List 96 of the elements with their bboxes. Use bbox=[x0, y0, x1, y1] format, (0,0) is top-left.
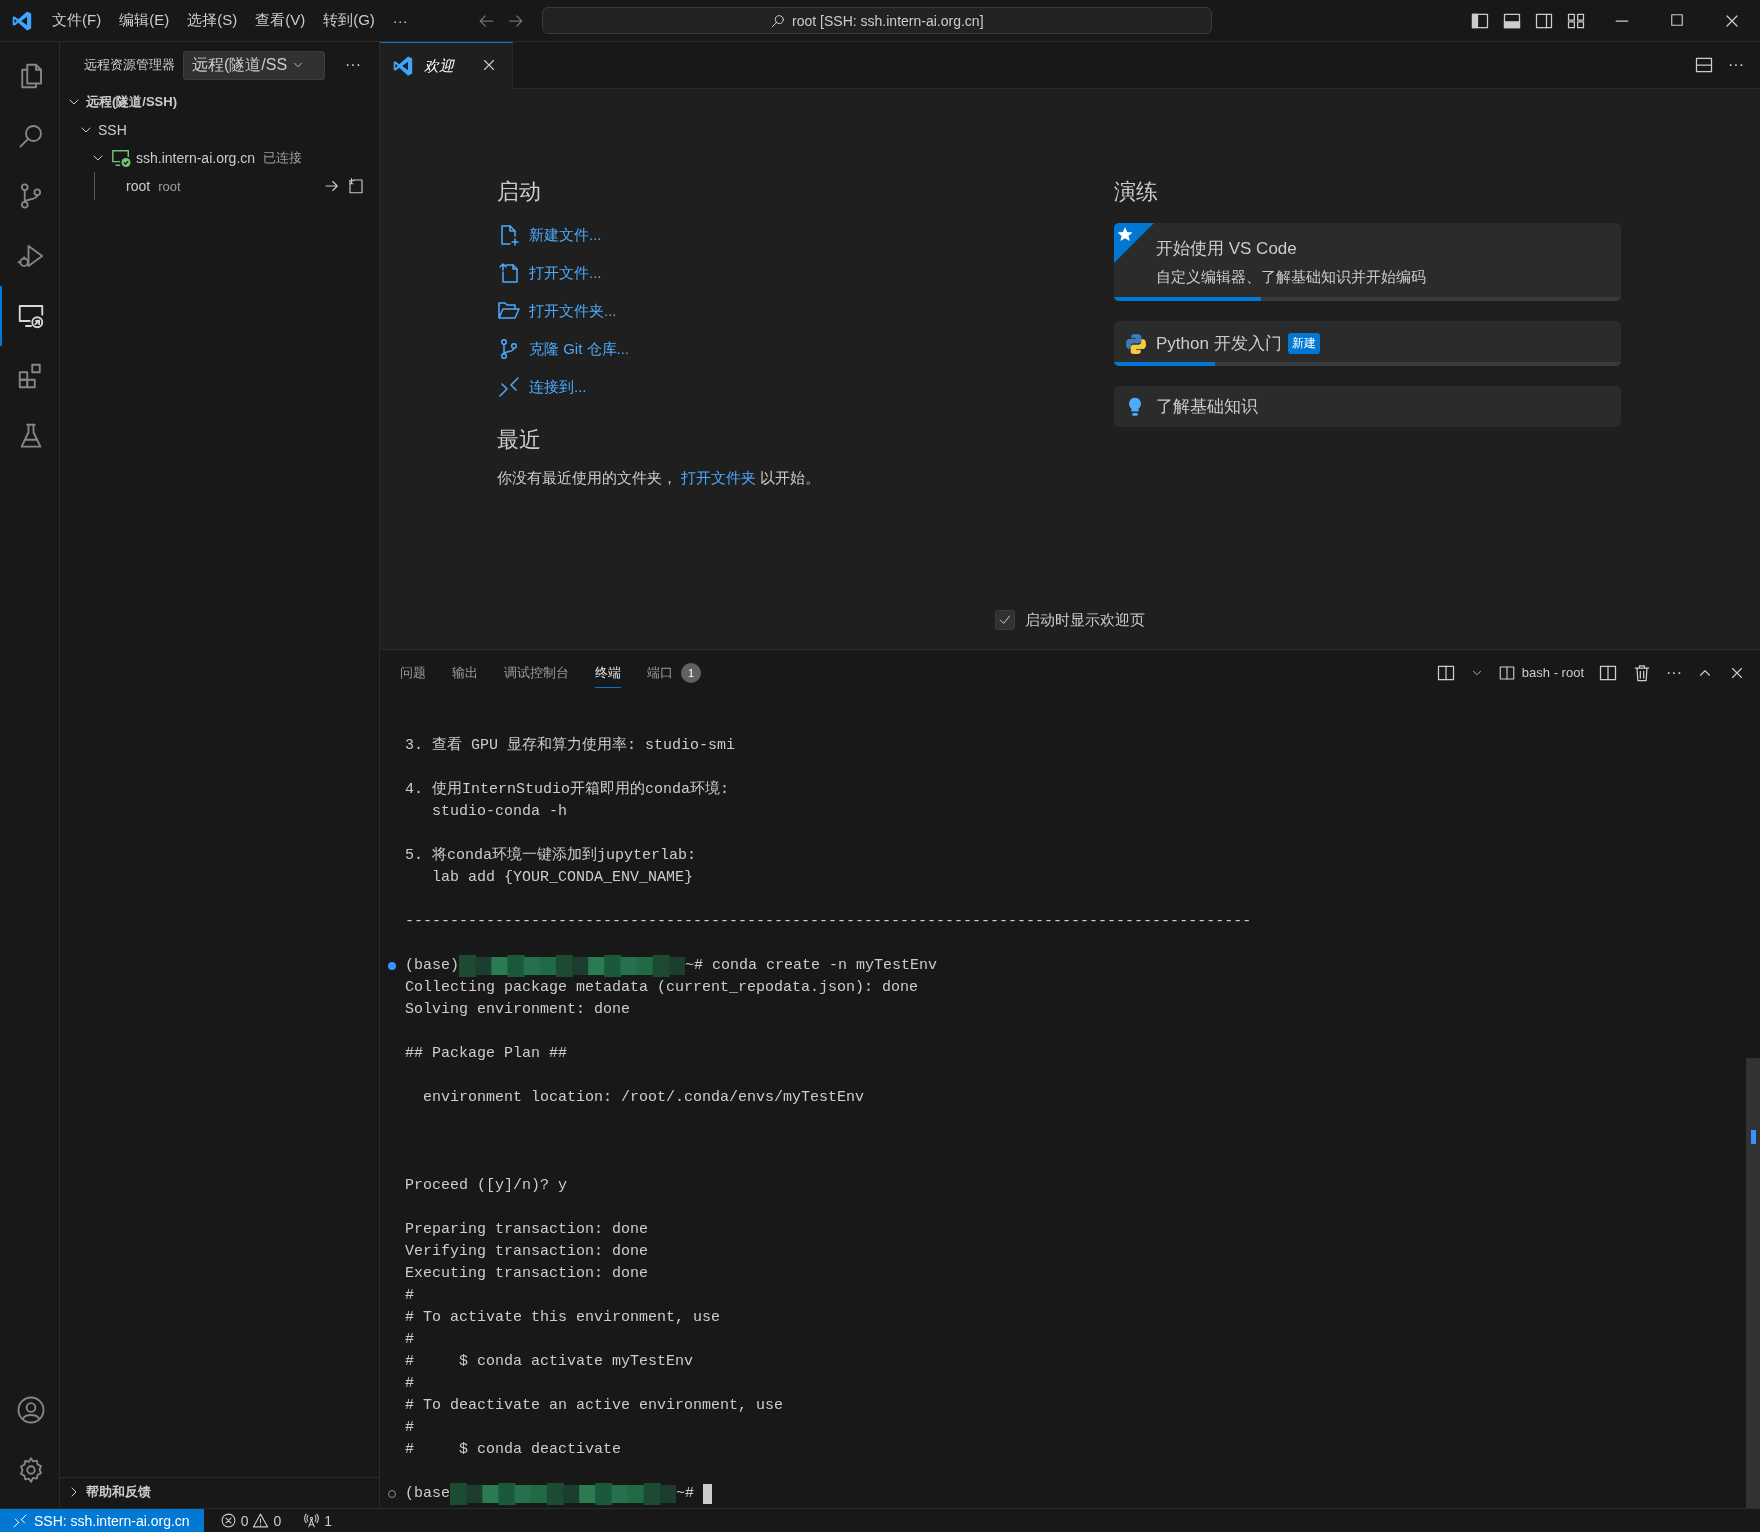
tree-item-description: 已连接 bbox=[263, 149, 303, 167]
menu-item[interactable]: 查看(V) bbox=[247, 7, 314, 34]
problems-indicator[interactable]: 0 0 bbox=[219, 1512, 282, 1529]
terminal-line: environment location: /root/.conda/envs/myTestEnv bbox=[422, 1088, 865, 1108]
terminal-line: Collecting package metadata (current_repodata.json): done bbox=[405, 978, 919, 998]
remote-connect-icon bbox=[497, 375, 521, 399]
menu-item[interactable]: 文件(F) bbox=[44, 7, 110, 34]
tree-item-label[interactable]: root bbox=[126, 178, 151, 194]
ports-indicator[interactable]: 1 bbox=[303, 1512, 332, 1529]
remote-indicator[interactable]: SSH: ssh.intern-ai.org.cn bbox=[0, 1509, 204, 1532]
start-link[interactable]: 克隆 Git 仓库... bbox=[529, 339, 629, 359]
tree-item-label[interactable]: SSH bbox=[98, 122, 127, 138]
more-actions-button[interactable]: ··· bbox=[1728, 56, 1744, 74]
remote-connect-icon bbox=[12, 1512, 28, 1529]
new-badge: 新建 bbox=[1287, 333, 1320, 354]
open-folder-link[interactable]: 打开文件夹 bbox=[681, 469, 756, 486]
terminal-line: Verifying transaction: done bbox=[405, 1242, 649, 1262]
no-recent-message: 你没有最近使用的文件夹， 打开文件夹 以开始。 bbox=[497, 468, 821, 488]
terminal-line: # To activate this environment, use bbox=[405, 1308, 721, 1328]
terminal-line: # To deactivate an active environment, use bbox=[405, 1396, 784, 1416]
connected-monitor-icon bbox=[110, 148, 132, 168]
scrollbar-marker bbox=[1751, 1130, 1756, 1144]
walkthrough-card[interactable]: Python 开发入门 新建 bbox=[1114, 321, 1621, 366]
new-window-icon[interactable] bbox=[347, 177, 365, 195]
prompt-text: (base) bbox=[405, 956, 459, 976]
warning-icon bbox=[252, 1512, 270, 1529]
terminal-line: 5. 将conda环境一键添加到jupyterlab: bbox=[405, 845, 697, 866]
section-header[interactable]: 帮助和反馈 bbox=[86, 1483, 151, 1501]
trash-icon[interactable] bbox=[1632, 662, 1652, 683]
more-actions-button[interactable]: ··· bbox=[1666, 663, 1682, 682]
sidebar-title: 远程资源管理器 bbox=[84, 56, 175, 74]
terminal-line: 4. 使用InternStudio开箱即用的conda环境: bbox=[405, 779, 730, 800]
menu-item[interactable]: 转到(G) bbox=[315, 7, 383, 34]
walkthrough-card[interactable]: 开始使用 VS Code 自定义编辑器、了解基础知识并开始编码 bbox=[1114, 223, 1621, 301]
start-link[interactable]: 打开文件... bbox=[529, 263, 602, 283]
tree-item-label[interactable]: 远程(隧道/SSH) bbox=[86, 93, 177, 111]
terminal-line: Solving environment: done bbox=[405, 1000, 631, 1020]
command-center[interactable]: root [SSH: ssh.intern-ai.org.cn] bbox=[541, 7, 1212, 34]
terminal-line: Executing transaction: done bbox=[405, 1264, 649, 1284]
count-badge: 1 bbox=[681, 662, 701, 683]
walkthrough-card[interactable]: 了解基础知识 bbox=[1114, 386, 1621, 427]
terminal-icon bbox=[1497, 663, 1516, 682]
terminal-command: ~# bbox=[676, 1484, 695, 1504]
terminal-line: # $ conda activate myTestEnv bbox=[405, 1352, 694, 1372]
panel-tab[interactable]: 终端 bbox=[595, 657, 621, 688]
section-heading: 启动 bbox=[497, 178, 542, 206]
error-icon bbox=[219, 1512, 237, 1529]
editor-tab[interactable]: 欢迎 bbox=[380, 42, 513, 89]
tree-item-label[interactable]: ssh.intern-ai.org.cn bbox=[136, 150, 256, 166]
menu-item[interactable]: 编辑(E) bbox=[111, 7, 178, 34]
open-file-icon bbox=[497, 261, 521, 285]
start-link[interactable]: 连接到... bbox=[529, 377, 587, 397]
python-logo-icon bbox=[1124, 331, 1148, 356]
panel-tab[interactable]: 问题 bbox=[400, 657, 426, 688]
walkthrough-title: Python 开发入门 bbox=[1156, 333, 1282, 355]
panel-tab[interactable]: 输出 bbox=[452, 657, 478, 688]
terminal-line: Proceed ([y]/n)? y bbox=[405, 1176, 568, 1196]
more-menu-button[interactable]: ··· bbox=[384, 7, 416, 34]
terminal-line: # $ conda deactivate bbox=[405, 1440, 622, 1460]
panel-tab[interactable]: 调试控制台 bbox=[504, 657, 569, 688]
terminal-line: # bbox=[405, 1330, 414, 1350]
terminal-line: Preparing transaction: done bbox=[405, 1220, 649, 1240]
checkbox[interactable] bbox=[995, 610, 1015, 630]
terminal-line: studio-conda -h bbox=[431, 802, 568, 822]
section-heading: 最近 bbox=[497, 426, 542, 454]
walkthrough-title: 了解基础知识 bbox=[1156, 396, 1258, 418]
terminal-line: # bbox=[405, 1418, 414, 1438]
vscode-logo-icon bbox=[392, 55, 414, 77]
antenna-icon bbox=[303, 1512, 321, 1529]
account-icon bbox=[15, 1395, 46, 1425]
menu-item[interactable]: 选择(S) bbox=[179, 7, 246, 34]
vscode-logo-icon bbox=[11, 9, 33, 32]
terminal-command: ~# conda create -n myTestEnv bbox=[685, 956, 938, 976]
terminal-line: # bbox=[405, 1374, 414, 1394]
featured-star-icon bbox=[1114, 223, 1154, 263]
terminal-line: 3. 查看 GPU 显存和算力使用率: studio-smi bbox=[405, 735, 736, 756]
panel-tab[interactable]: 端口 1 bbox=[647, 656, 701, 689]
checkbox-label: 启动时显示欢迎页 bbox=[1025, 610, 1145, 630]
prompt-text: (base bbox=[405, 1484, 450, 1504]
start-link[interactable]: 新建文件... bbox=[529, 225, 602, 245]
terminal-line: ## Package Plan ## bbox=[405, 1044, 568, 1064]
view-dropdown[interactable]: 远程(隧道/SS bbox=[183, 50, 325, 80]
split-editor-icon[interactable] bbox=[1694, 55, 1714, 75]
terminal-line: # bbox=[405, 1286, 414, 1306]
search-icon bbox=[770, 12, 787, 29]
tree-item-description: root bbox=[158, 178, 181, 194]
terminal-line: lab add {YOUR_CONDA_ENV_NAME} bbox=[431, 868, 694, 888]
tab-label: 欢迎 bbox=[424, 56, 454, 76]
scrollbar[interactable] bbox=[1746, 1058, 1760, 1508]
section-heading: 演练 bbox=[1114, 178, 1159, 206]
terminal-line: ---------------------------------------------------------------------------------------------- bbox=[405, 912, 1252, 932]
more-actions-button[interactable]: ··· bbox=[339, 55, 367, 75]
walkthrough-title: 开始使用 VS Code bbox=[1156, 238, 1297, 260]
terminal-selector[interactable]: bash - root bbox=[1497, 663, 1584, 682]
walkthrough-description: 自定义编辑器、了解基础知识并开始编码 bbox=[1156, 268, 1427, 287]
start-link[interactable]: 打开文件夹... bbox=[529, 301, 617, 321]
